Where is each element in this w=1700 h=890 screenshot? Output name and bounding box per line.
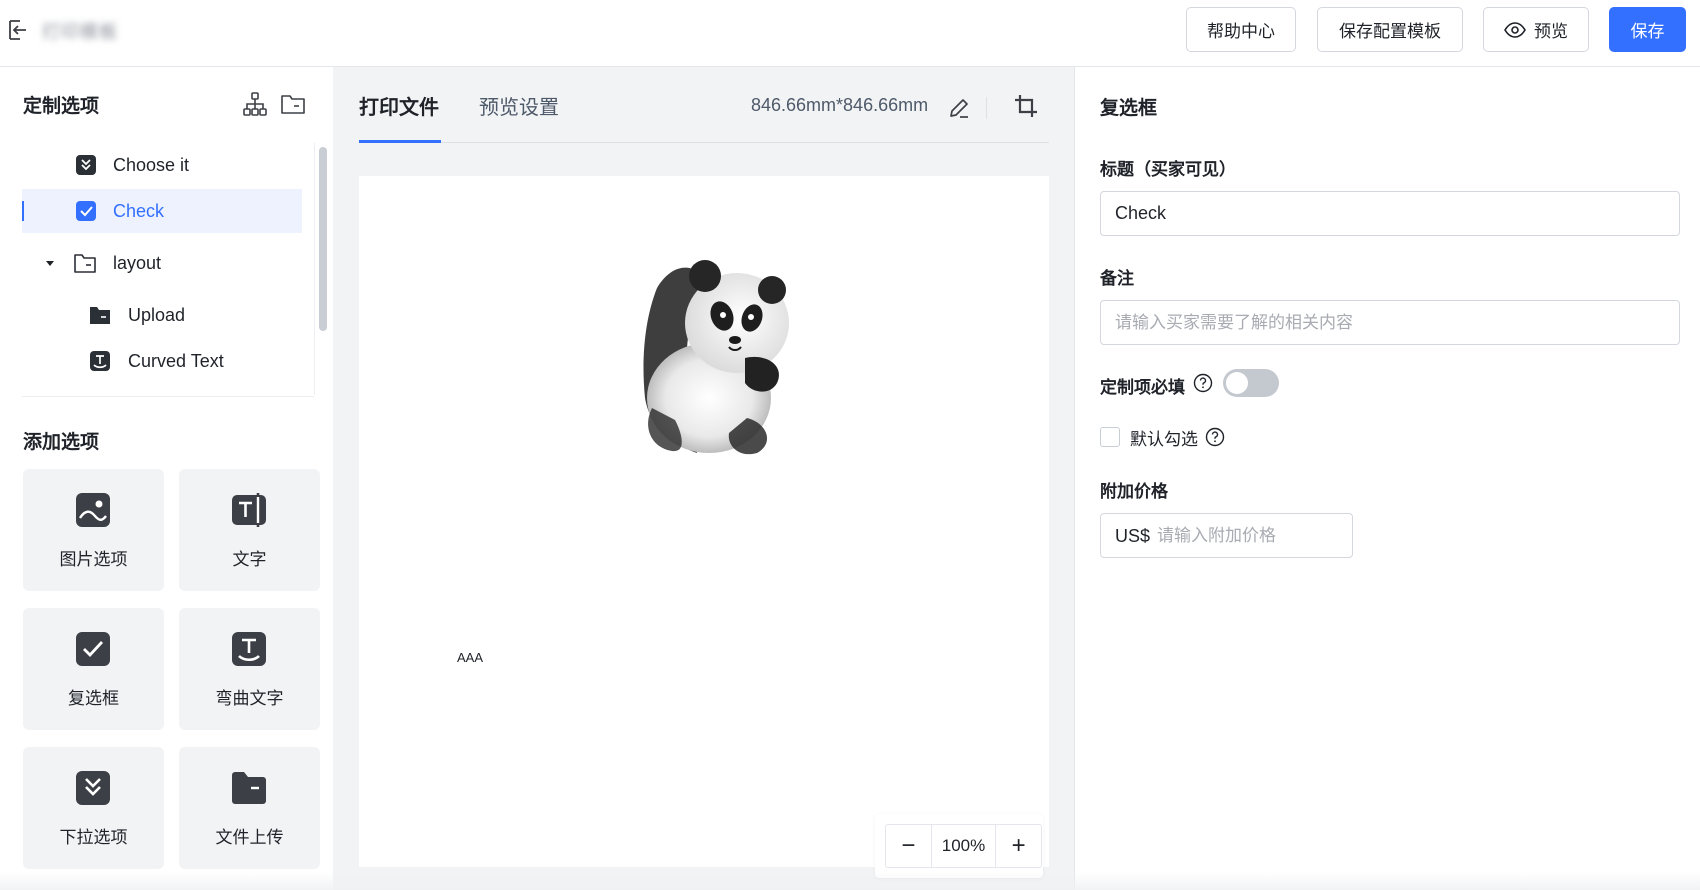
tree-item-layout[interactable]: layout bbox=[22, 241, 302, 285]
default-checked-label: 默认勾选 bbox=[1130, 430, 1198, 450]
canvas-dimensions: 846.66mm*846.66mm bbox=[751, 95, 929, 115]
add-file-upload-tile[interactable]: 文件上传 bbox=[179, 747, 320, 869]
tree-item-curved-text[interactable]: Curved Text bbox=[22, 339, 302, 383]
tree-item-label: Choose it bbox=[113, 154, 190, 175]
properties-panel: 复选框 标题（买家可见） 备注 定制项必填 默认勾选 附加价格 US$ bbox=[1074, 67, 1700, 890]
active-tab-indicator bbox=[359, 140, 441, 143]
add-options-title: 添加选项 bbox=[23, 431, 100, 453]
required-toggle[interactable] bbox=[1223, 369, 1279, 397]
note-field-label: 备注 bbox=[1100, 269, 1134, 289]
folder-outline-icon bbox=[74, 254, 96, 273]
help-center-button[interactable]: 帮助中心 bbox=[1186, 7, 1296, 52]
note-input[interactable] bbox=[1100, 300, 1680, 345]
tree-item-check[interactable]: Check bbox=[22, 189, 302, 233]
sidebar-divider bbox=[22, 396, 314, 397]
tile-label: 文件上传 bbox=[215, 828, 284, 848]
edit-icon[interactable] bbox=[947, 96, 971, 120]
checkbox-icon bbox=[76, 632, 110, 666]
price-field[interactable]: US$ bbox=[1100, 513, 1353, 558]
caret-down-icon[interactable] bbox=[45, 258, 55, 268]
tree-item-label: Curved Text bbox=[128, 350, 224, 371]
preview-button[interactable]: 预览 bbox=[1483, 7, 1589, 52]
canvas-text-element[interactable]: AAA bbox=[457, 650, 483, 665]
add-text-tile[interactable]: 文字 bbox=[179, 469, 320, 591]
save-button[interactable]: 保存 bbox=[1609, 7, 1686, 52]
text-icon bbox=[232, 493, 266, 527]
folder-filled-icon bbox=[90, 307, 110, 324]
help-icon[interactable] bbox=[1193, 373, 1213, 393]
toolbar-separator bbox=[986, 97, 987, 119]
tree-item-upload[interactable]: Upload bbox=[22, 293, 302, 337]
save-template-button[interactable]: 保存配置模板 bbox=[1317, 7, 1463, 52]
eye-icon bbox=[1504, 21, 1526, 38]
tile-label: 弯曲文字 bbox=[215, 689, 284, 709]
new-folder-icon[interactable] bbox=[280, 91, 306, 117]
tabs-divider bbox=[359, 142, 1049, 143]
title-input[interactable] bbox=[1100, 191, 1680, 236]
canvas-area: 打印文件 预览设置 846.66mm*846.66mm AAA − 100% + bbox=[333, 67, 1074, 890]
help-icon[interactable] bbox=[1205, 427, 1225, 447]
panel-title: 复选框 bbox=[1100, 97, 1158, 119]
panda-image[interactable] bbox=[627, 248, 799, 460]
help-center-label: 帮助中心 bbox=[1207, 22, 1275, 42]
crop-icon[interactable] bbox=[1013, 93, 1039, 119]
tile-label: 下拉选项 bbox=[59, 828, 128, 848]
app-title: 打印模板 bbox=[42, 22, 118, 42]
price-field-label: 附加价格 bbox=[1100, 482, 1168, 502]
add-image-option-tile[interactable]: 图片选项 bbox=[23, 469, 164, 591]
tree-item-label: layout bbox=[113, 252, 162, 273]
top-header: 打印模板 帮助中心 保存配置模板 预览 保存 bbox=[0, 0, 1700, 67]
tree-item-choose-it[interactable]: Choose it bbox=[22, 143, 302, 187]
checkbox-icon bbox=[76, 201, 96, 221]
title-field-label: 标题（买家可见） bbox=[1100, 160, 1236, 180]
tile-label: 复选框 bbox=[68, 689, 119, 709]
image-icon bbox=[76, 493, 110, 527]
price-input[interactable] bbox=[1153, 515, 1348, 556]
curved-text-icon bbox=[232, 632, 266, 666]
required-label: 定制项必填 bbox=[1100, 378, 1185, 398]
exit-icon[interactable] bbox=[6, 18, 30, 42]
print-canvas[interactable]: AAA bbox=[359, 176, 1049, 867]
tab-print-file[interactable]: 打印文件 bbox=[359, 91, 439, 120]
tile-label: 图片选项 bbox=[59, 550, 128, 570]
save-label: 保存 bbox=[1630, 22, 1665, 42]
default-checked-checkbox[interactable] bbox=[1100, 427, 1120, 447]
tree-item-label: Upload bbox=[128, 304, 186, 325]
zoom-in-button[interactable]: + bbox=[996, 825, 1041, 867]
tree-item-label: Check bbox=[113, 200, 165, 221]
tree-scrollbar[interactable] bbox=[314, 143, 334, 395]
currency-prefix: US$ bbox=[1115, 526, 1151, 546]
options-tree: Choose it Check layout Upload Curved Tex… bbox=[0, 143, 314, 395]
zoom-control: − 100% + bbox=[875, 814, 1043, 878]
add-checkbox-tile[interactable]: 复选框 bbox=[23, 608, 164, 730]
toggle-knob bbox=[1226, 372, 1248, 394]
scrollbar-thumb[interactable] bbox=[319, 147, 327, 331]
save-template-label: 保存配置模板 bbox=[1339, 22, 1441, 42]
dropdown-icon bbox=[76, 155, 96, 175]
add-dropdown-tile[interactable]: 下拉选项 bbox=[23, 747, 164, 869]
preview-label: 预览 bbox=[1534, 22, 1568, 42]
tab-preview-settings[interactable]: 预览设置 bbox=[479, 91, 559, 120]
add-curved-text-tile[interactable]: 弯曲文字 bbox=[179, 608, 320, 730]
dropdown-icon bbox=[76, 771, 110, 805]
folder-filled-icon bbox=[232, 772, 266, 804]
left-sidebar: 定制选项 Choose it Check layout Upload Curve… bbox=[0, 67, 333, 890]
zoom-level: 100% bbox=[930, 825, 997, 867]
zoom-group: − 100% + bbox=[885, 824, 1042, 868]
curved-text-icon bbox=[90, 351, 110, 371]
customize-options-title: 定制选项 bbox=[23, 95, 100, 117]
zoom-out-button[interactable]: − bbox=[886, 825, 931, 867]
tile-label: 文字 bbox=[232, 550, 267, 570]
hierarchy-icon[interactable] bbox=[242, 91, 268, 117]
